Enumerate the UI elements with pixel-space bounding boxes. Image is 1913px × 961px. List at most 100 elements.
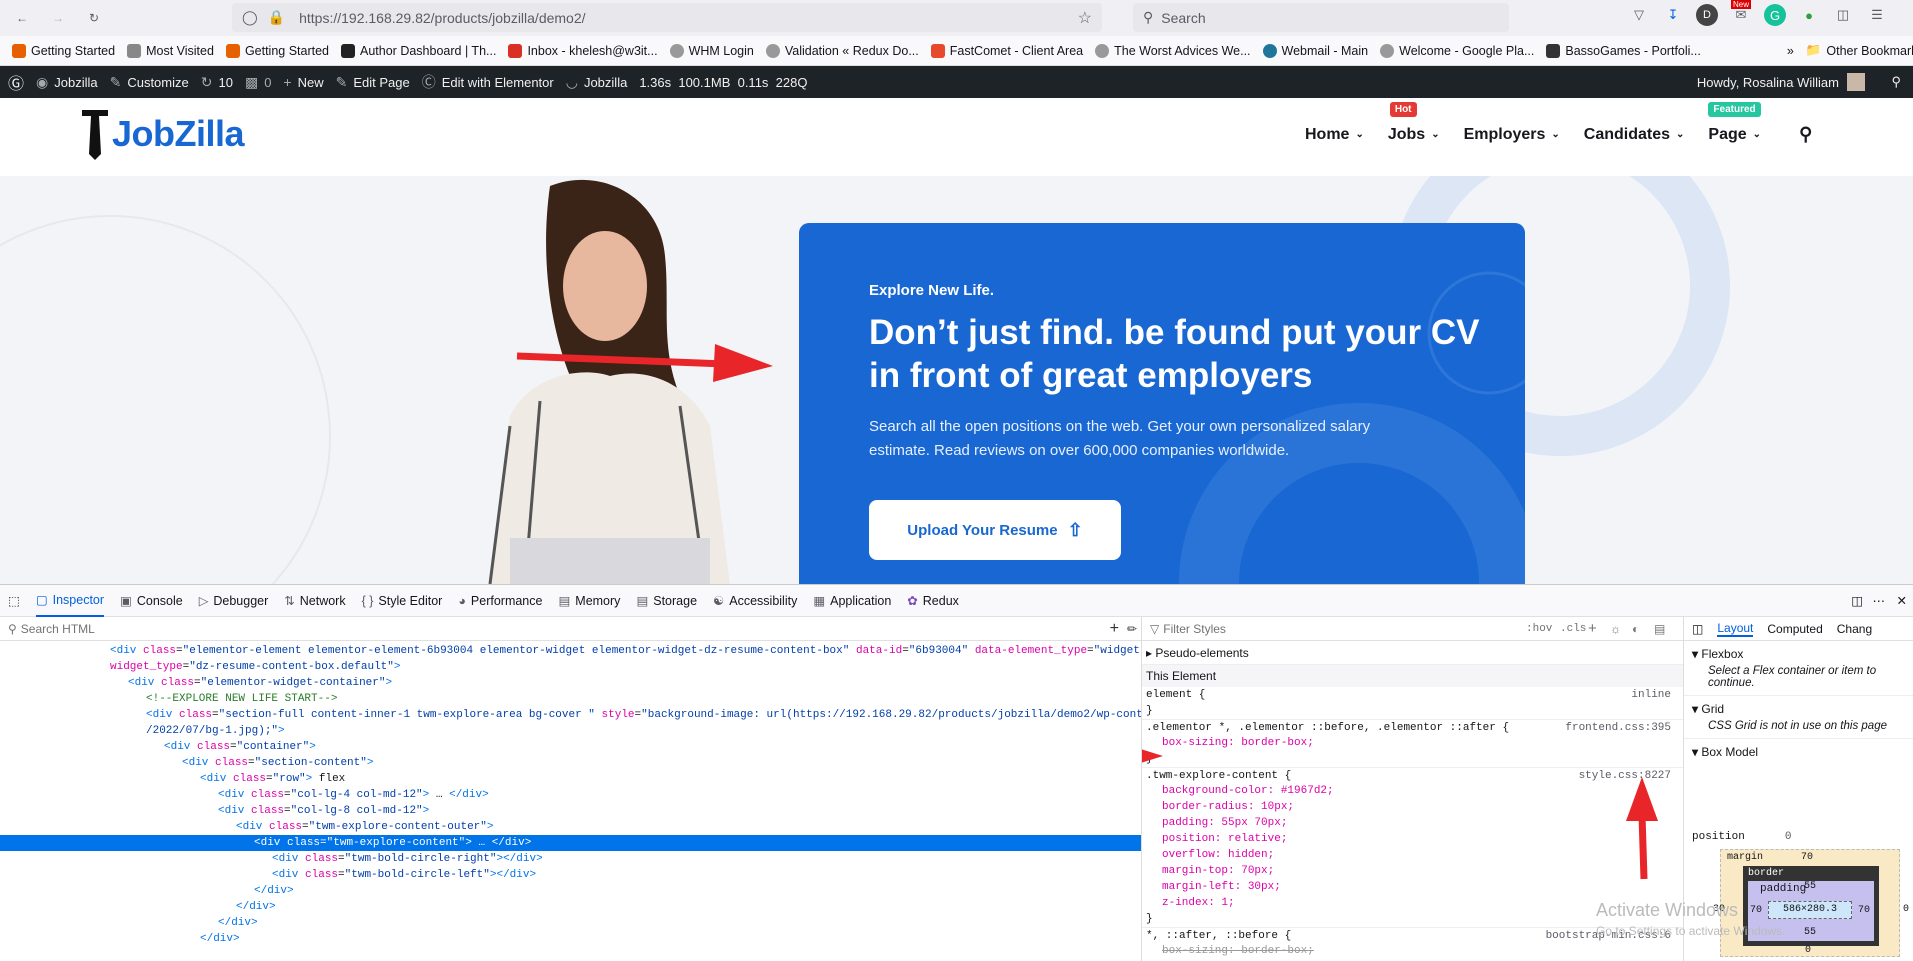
rule-source[interactable]: inline (1631, 687, 1671, 703)
download-icon[interactable]: ↧ (1662, 4, 1684, 26)
filter-styles-input[interactable]: ▽ Filter Styles :hov .cls + ☼ ◐ ▤ (1142, 617, 1683, 641)
eyedropper-icon[interactable]: ✏ (1127, 622, 1137, 636)
bookmark-item[interactable]: The Worst Advices We... (1095, 43, 1251, 58)
print-icon[interactable]: ▤ (1654, 622, 1665, 636)
rule-decl[interactable]: padding: 55px 70px; (1142, 815, 1683, 831)
content-box[interactable]: 586×280.3 (1768, 901, 1852, 919)
html-node[interactable]: <div class="col-lg-4 col-md-12"> … </div… (0, 787, 1141, 803)
back-icon[interactable]: ← (8, 4, 36, 32)
wp-comments[interactable]: ▩ 0 (245, 74, 271, 91)
wp-howdy[interactable]: Howdy, Rosalina William (1697, 73, 1865, 91)
other-bookmarks[interactable]: 📁 Other Bookmarks (1806, 43, 1913, 58)
tab-application[interactable]: ▦ Application (813, 593, 891, 609)
rule-element[interactable]: element {inline (1142, 687, 1683, 703)
grid-section[interactable]: ▾ Grid (1684, 695, 1913, 718)
close-icon[interactable]: ✕ (1897, 593, 1907, 608)
tab-debugger[interactable]: ▷ Debugger (199, 593, 269, 609)
tab-performance[interactable]: ◕ Performance (458, 594, 542, 608)
pseudo-elements-header[interactable]: ▸ Pseudo-elements (1142, 641, 1683, 665)
search-html-input[interactable]: ⚲ Search HTML + ✏ (0, 617, 1141, 641)
html-node[interactable]: <div class="col-lg-8 col-md-12"> (0, 803, 1141, 819)
tab-redux[interactable]: ✿ Redux (907, 593, 959, 609)
html-node[interactable]: </div> (0, 931, 1141, 947)
html-node[interactable]: <div class="twm-bold-circle-right"></div… (0, 851, 1141, 867)
profile-avatar[interactable]: D (1696, 4, 1718, 26)
html-node[interactable]: <!--EXPLORE NEW LIFE START--> (0, 691, 1141, 707)
menu-icon[interactable]: ☰ (1866, 4, 1888, 26)
bookmark-item[interactable]: Inbox - khelesh@w3it... (508, 43, 658, 58)
rule-decl[interactable]: background-color: #1967d2; (1142, 783, 1683, 799)
html-node[interactable]: <div class="row"> flex (0, 771, 1141, 787)
wp-query-monitor[interactable]: 1.36s 100.1MB 0.11s 228Q (639, 75, 807, 90)
rule-decl[interactable]: box-sizing: border-box; (1142, 943, 1683, 959)
flexbox-section[interactable]: ▾ Flexbox (1684, 641, 1913, 663)
tab-inspector[interactable]: ▢ Inspector (35, 585, 105, 617)
html-node[interactable]: </div> (0, 883, 1141, 899)
wp-jobzilla[interactable]: ◡ Jobzilla (566, 74, 628, 91)
wp-updates[interactable]: ↻ 10 (201, 74, 233, 91)
bookmark-item[interactable]: Webmail - Main (1262, 43, 1368, 58)
margin-box[interactable]: margin 70 30 border padding 55 70 586×28… (1713, 849, 1909, 957)
sidebar-toggle-icon[interactable]: ◫ (1692, 622, 1703, 636)
upload-resume-button[interactable]: Upload Your Resume ⇧ (869, 500, 1121, 560)
bookmark-item[interactable]: Most Visited (127, 43, 214, 58)
chevron-right-icon[interactable]: » (1787, 44, 1794, 58)
dock-icon[interactable]: ◫ (1851, 593, 1863, 608)
rule-twm-explore-content[interactable]: .twm-explore-content {style.css:8227 (1142, 767, 1683, 783)
html-node[interactable]: /2022/07/bg-1.jpg);"> (0, 723, 1141, 739)
more-options-icon[interactable]: ⋯ (1873, 593, 1886, 608)
menu-item-employers[interactable]: Employers ⌄ (1464, 124, 1560, 145)
bookmark-item[interactable]: Getting Started (12, 43, 115, 58)
tab-computed[interactable]: Computed (1767, 622, 1822, 636)
extension-green-icon[interactable]: ● (1798, 4, 1820, 26)
reload-icon[interactable]: ↻ (80, 4, 108, 32)
rule-decl[interactable]: border-radius: 10px; (1142, 799, 1683, 815)
extension-new-icon[interactable]: New ✉ (1730, 0, 1752, 26)
html-node[interactable]: </div> (0, 915, 1141, 931)
bookmark-item[interactable]: Getting Started (225, 43, 329, 58)
menu-item-home[interactable]: Home ⌄ (1305, 124, 1364, 145)
wp-site-menu[interactable]: ◉ Jobzilla (36, 74, 98, 91)
dark-mode-icon[interactable]: ◐ (1632, 622, 1639, 636)
bookmark-item[interactable]: BassoGames - Portfoli... (1546, 43, 1701, 58)
html-node[interactable]: <div class="elementor-element elementor-… (0, 643, 1141, 659)
menu-item-jobs[interactable]: Hot Jobs ⌄ (1388, 102, 1440, 145)
url-bar[interactable]: ◯ 🔒 https://192.168.29.82/products/jobzi… (232, 3, 1102, 32)
html-node[interactable]: widget_type="dz-resume-content-box.defau… (0, 659, 1141, 675)
html-node[interactable]: <div class="container"> (0, 739, 1141, 755)
bookmark-item[interactable]: Validation « Redux Do... (765, 43, 919, 58)
html-node[interactable]: <div class="elementor-widget-container"> (0, 675, 1141, 691)
html-node[interactable]: <div class="section-content"> (0, 755, 1141, 771)
tab-style-editor[interactable]: { } Style Editor (362, 594, 443, 608)
tab-memory[interactable]: ▤ Memory (558, 593, 620, 609)
html-node[interactable]: <div class="twm-bold-circle-left"></div> (0, 867, 1141, 883)
cls-toggle[interactable]: .cls (1560, 623, 1586, 635)
light-mode-icon[interactable]: ☼ (1610, 622, 1621, 636)
grammarly-icon[interactable]: G (1764, 4, 1786, 26)
element-picker-icon[interactable]: ⬚ (8, 593, 20, 608)
pocket-icon[interactable]: ▽ (1628, 4, 1650, 26)
rule-decl[interactable]: margin-top: 70px; (1142, 863, 1683, 879)
rule-decl[interactable]: box-sizing: border-box; (1142, 735, 1683, 751)
wp-edit-page[interactable]: ✎ Edit Page (336, 74, 410, 91)
site-logo[interactable]: JobZilla (80, 106, 245, 162)
forward-icon[interactable]: → (44, 4, 72, 32)
wp-edit-elementor[interactable]: Ⓒ Edit with Elementor (422, 72, 554, 92)
tab-accessibility[interactable]: ☯ Accessibility (713, 593, 797, 609)
wordpress-logo-icon[interactable]: Ⓖ (8, 70, 24, 94)
rule-elementor[interactable]: .elementor *, .elementor ::before, .elem… (1142, 719, 1683, 735)
extensions-icon[interactable]: ◫ (1832, 4, 1854, 26)
bookmark-item[interactable]: Welcome - Google Pla... (1380, 43, 1534, 58)
add-node-icon[interactable]: + (1110, 620, 1119, 638)
wp-customize[interactable]: ✎ Customize (110, 74, 189, 91)
bookmark-item[interactable]: WHM Login (669, 43, 754, 58)
tab-network[interactable]: ⇅ Network (284, 593, 345, 609)
html-node[interactable]: </div> (0, 899, 1141, 915)
search-input[interactable]: ⚲ Search (1133, 3, 1509, 32)
rule-source[interactable]: frontend.css:395 (1565, 720, 1671, 736)
wp-new[interactable]: + New (283, 74, 323, 90)
html-node[interactable]: <div class="twm-explore-content"> … </di… (0, 835, 1141, 851)
tab-console[interactable]: ▣ Console (120, 593, 183, 609)
bookmark-item[interactable]: Author Dashboard | Th... (341, 43, 496, 58)
box-model-section[interactable]: ▾ Box Model (1684, 738, 1913, 761)
